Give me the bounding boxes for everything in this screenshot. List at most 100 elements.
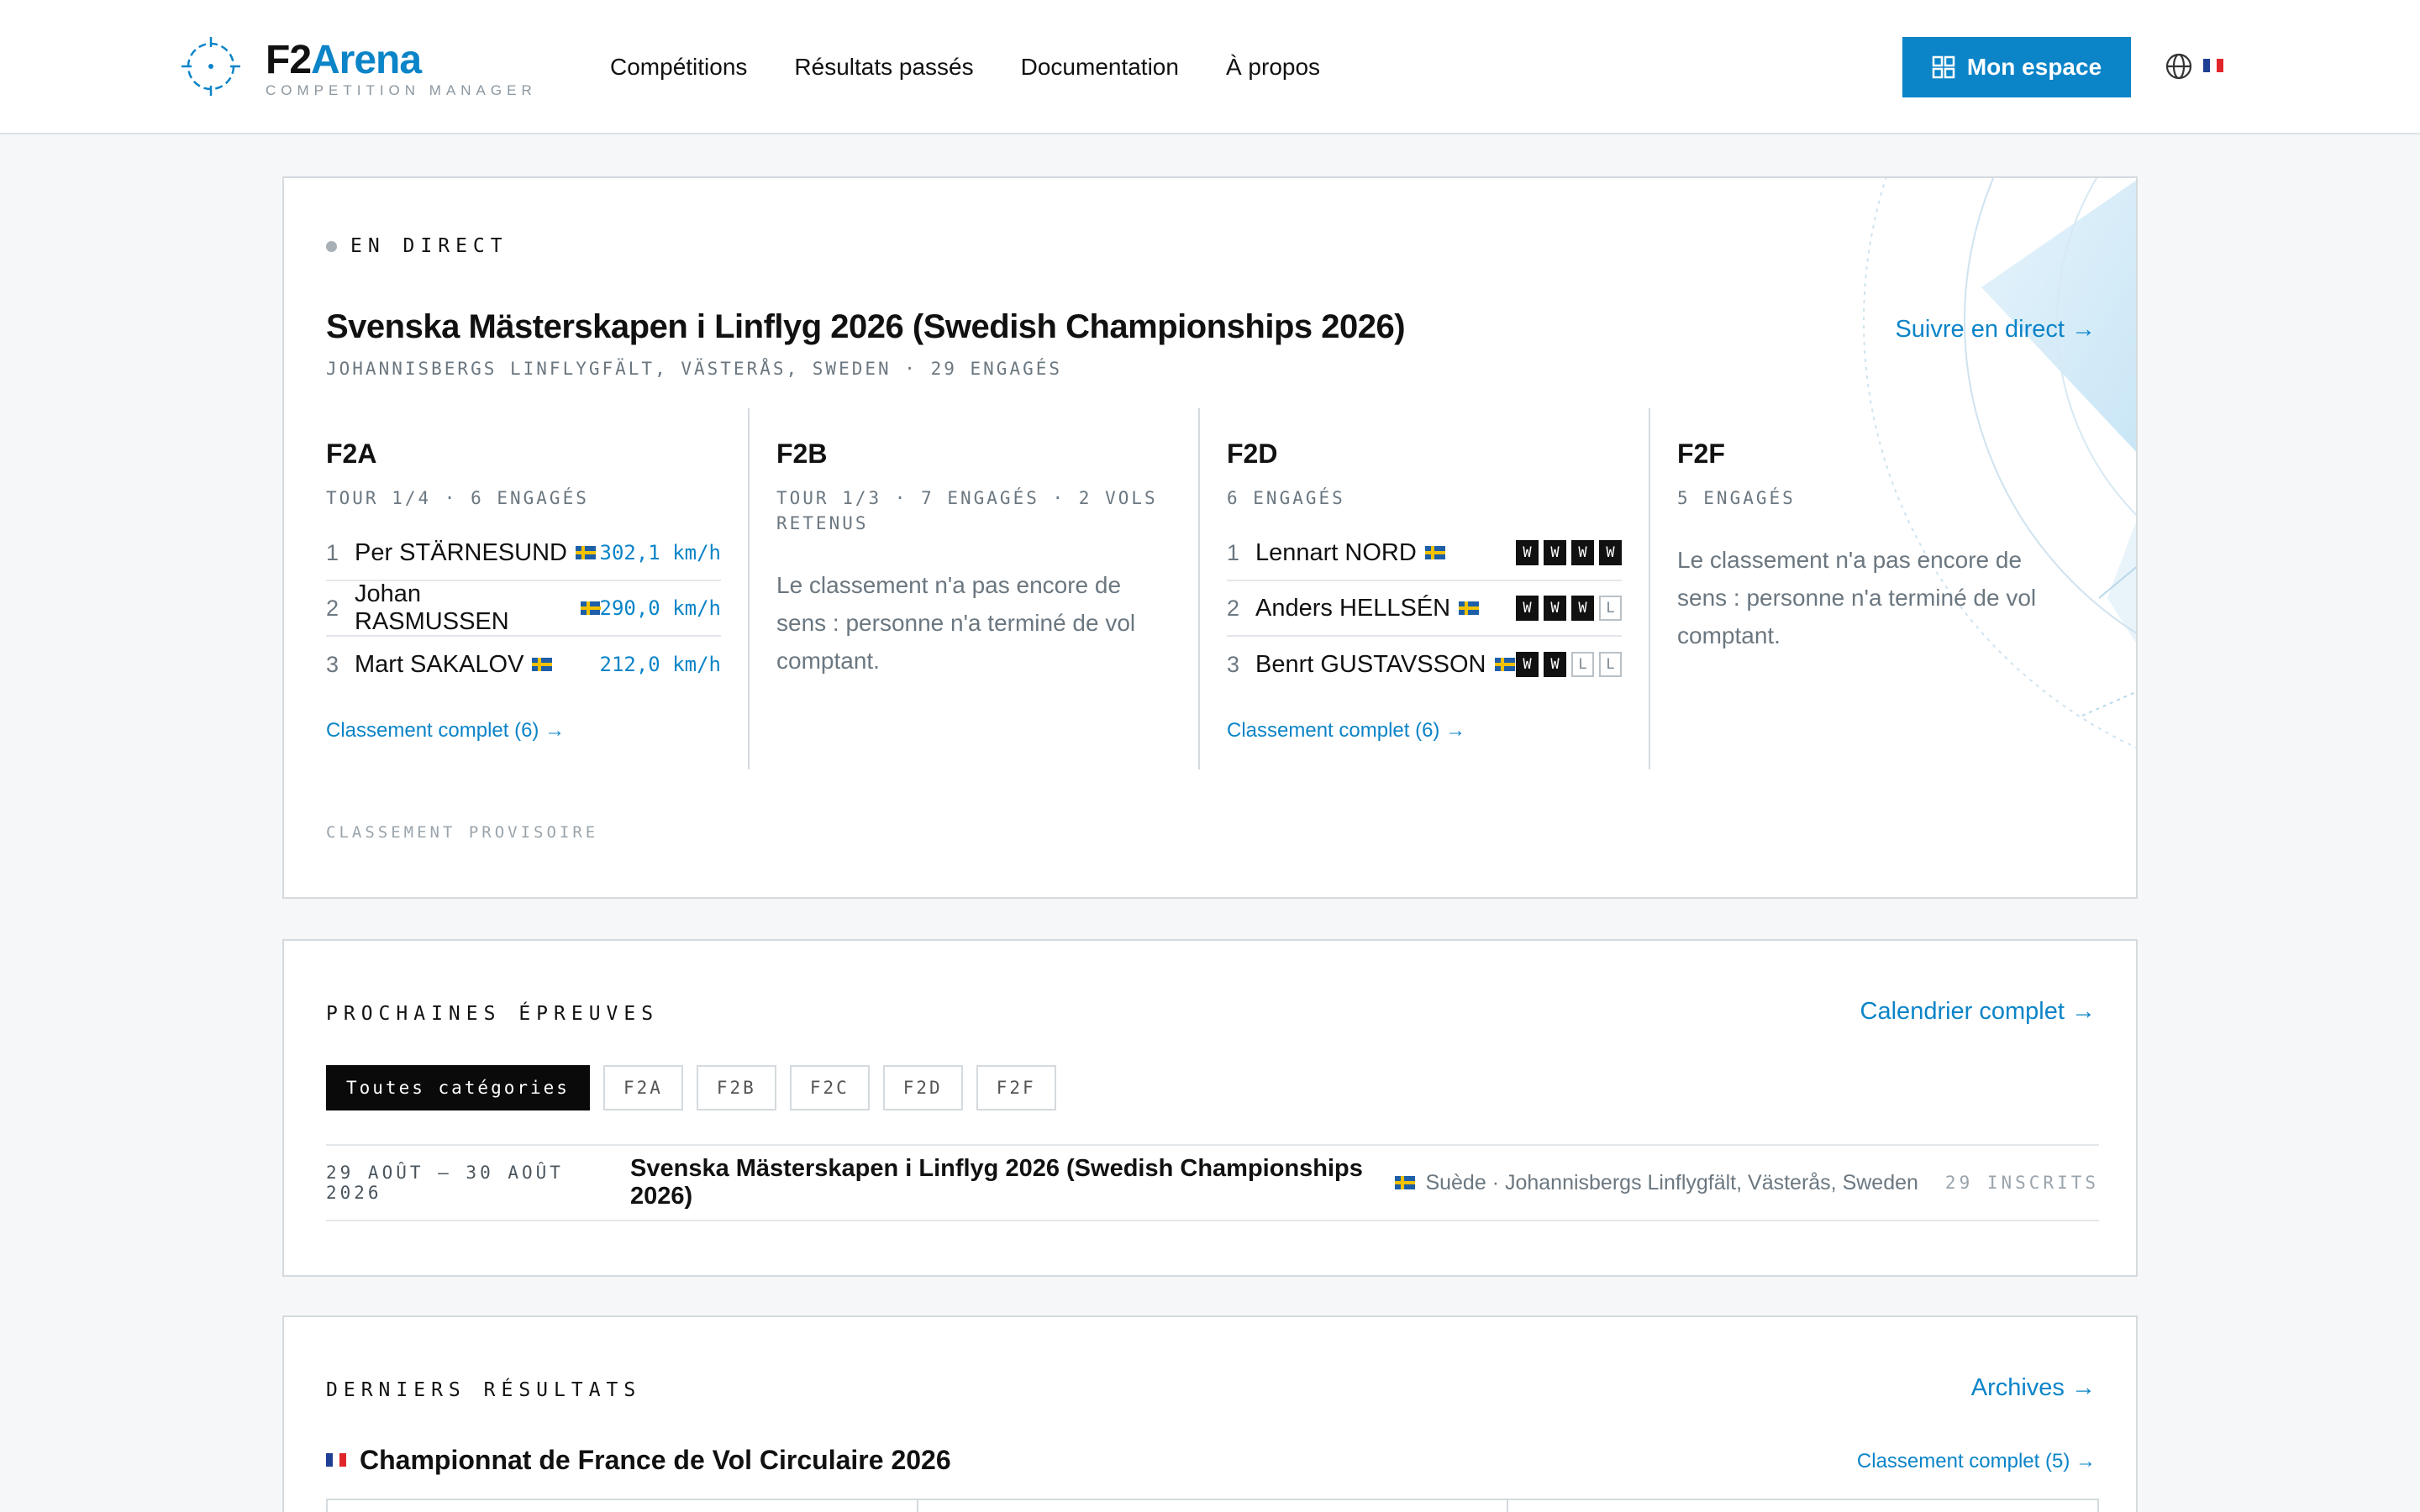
french-flag-icon[interactable] bbox=[2203, 59, 2223, 72]
event-row[interactable]: 29 AOÛT — 30 AOÛT 2026 Svenska Mästerska… bbox=[326, 1144, 2099, 1221]
archives-link[interactable]: Archives → bbox=[1971, 1373, 2096, 1403]
category-title: F2D bbox=[1227, 438, 1278, 469]
result-badge: L bbox=[1599, 596, 1622, 621]
speed-value: 290,0 km/h bbox=[599, 596, 722, 620]
pilot-name: Anders HELLSÉN bbox=[1255, 595, 1516, 622]
filter-chip-f2f[interactable]: F2F bbox=[976, 1065, 1056, 1110]
result-columns bbox=[326, 1499, 2099, 1512]
result-badge: W bbox=[1599, 540, 1622, 565]
nav-about[interactable]: À propos bbox=[1226, 52, 1320, 82]
live-event-subtitle: JOHANNISBERGS LINFLYGFÄLT, VÄSTERÅS, SWE… bbox=[326, 359, 1063, 379]
result-badge: W bbox=[1516, 652, 1539, 677]
result-badge: L bbox=[1571, 652, 1594, 677]
event-registrations: 29 INSCRITS bbox=[1944, 1173, 2099, 1193]
live-dot-icon bbox=[326, 240, 337, 252]
speed-value: 212,0 km/h bbox=[599, 653, 722, 676]
live-event-title: Svenska Mästerskapen i Linflyg 2026 (Swe… bbox=[326, 308, 1406, 345]
result-badge: W bbox=[1571, 540, 1594, 565]
main-nav: Compétitions Résultats passés Documentat… bbox=[610, 52, 1320, 82]
empty-ranking-message: Le classement n'a pas encore de sens : p… bbox=[1677, 547, 2037, 648]
result-event-title: Championnat de France de Vol Circulaire … bbox=[326, 1443, 951, 1477]
swedish-flag-icon bbox=[1424, 546, 1445, 559]
swedish-flag-icon bbox=[1494, 658, 1515, 671]
filter-chip-f2a[interactable]: F2A bbox=[602, 1065, 683, 1110]
provisional-note: CLASSEMENT PROVISOIRE bbox=[326, 823, 599, 842]
french-flag-icon bbox=[326, 1453, 346, 1467]
nav-past-results[interactable]: Résultats passés bbox=[794, 52, 973, 82]
category-f2b: F2B TOUR 1/3 · 7 ENGAGÉS · 2 VOLS RETENU… bbox=[748, 408, 1198, 769]
ranking-row[interactable]: 3 Mart SAKALOV 212,0 km/h bbox=[326, 637, 721, 692]
ranking-row[interactable]: 2 Johan RASMUSSEN 290,0 km/h bbox=[326, 580, 722, 637]
filter-chip-f2c[interactable]: F2C bbox=[789, 1065, 870, 1110]
logo-arena: Arena bbox=[311, 38, 422, 82]
ranking-row[interactable]: 3 Benrt GUSTAVSSON W W L L bbox=[1227, 637, 1622, 692]
category-meta: TOUR 1/4 · 6 ENGAGÉS bbox=[326, 488, 589, 508]
win-loss-badges: W W W L bbox=[1516, 596, 1622, 621]
pilot-name: Benrt GUSTAVSSON bbox=[1255, 651, 1516, 679]
filter-chip-f2b[interactable]: F2B bbox=[696, 1065, 776, 1110]
swedish-flag-icon bbox=[580, 601, 601, 615]
pilot-name: Mart SAKALOV bbox=[355, 651, 600, 679]
ranking-row[interactable]: 2 Anders HELLSÉN W W W L bbox=[1227, 581, 1622, 637]
swedish-flag-icon bbox=[532, 658, 553, 671]
event-name: Svenska Mästerskapen i Linflyg 2026 (Swe… bbox=[630, 1155, 1363, 1210]
target-logo-icon[interactable] bbox=[182, 37, 240, 96]
swedish-flag-icon bbox=[576, 546, 596, 559]
category-f2d: F2D 6 ENGAGÉS 1 Lennart NORD W W W W 2 A… bbox=[1198, 408, 1649, 769]
pilot-name: Per STÄRNESUND bbox=[355, 539, 600, 567]
pilot-name: Johan RASMUSSEN bbox=[355, 580, 601, 636]
my-space-label: Mon espace bbox=[1966, 54, 2102, 80]
nav-competitions[interactable]: Compétitions bbox=[610, 52, 747, 82]
full-ranking-link-f2a[interactable]: Classement complet (6) → bbox=[326, 719, 721, 743]
win-loss-badges: W W W W bbox=[1516, 540, 1622, 565]
category-f2f: F2F 5 ENGAGÉS Le classement n'a pas enco… bbox=[1649, 408, 2099, 769]
category-filter: Toutes catégories F2A F2B F2C F2D F2F bbox=[326, 1065, 1056, 1110]
result-badge: W bbox=[1516, 596, 1539, 621]
ranking-list: 1 Per STÄRNESUND 302,1 km/h 2 Johan RASM… bbox=[326, 526, 721, 692]
result-badge: W bbox=[1516, 540, 1539, 565]
category-title: F2F bbox=[1677, 438, 1725, 469]
logo-wordmark[interactable]: F2Arena bbox=[266, 37, 422, 84]
win-loss-badges: W W L L bbox=[1516, 652, 1622, 677]
ranking-row[interactable]: 1 Per STÄRNESUND 302,1 km/h bbox=[326, 526, 721, 581]
ranking-list: 1 Lennart NORD W W W W 2 Anders HELLSÉN … bbox=[1227, 526, 1622, 692]
swedish-flag-icon bbox=[1459, 601, 1480, 615]
result-full-ranking-link[interactable]: Classement complet (5) → bbox=[1857, 1450, 2096, 1473]
follow-live-link[interactable]: Suivre en direct → bbox=[1895, 314, 2096, 344]
latest-results-card: DERNIERS RÉSULTATS Archives → Championna… bbox=[282, 1315, 2138, 1512]
category-meta: 5 ENGAGÉS bbox=[1677, 488, 1796, 508]
event-location: Suède · Johannisbergs Linflygfält, Väste… bbox=[1395, 1171, 1918, 1195]
live-badge: EN DIRECT bbox=[326, 235, 508, 257]
dashboard-icon bbox=[1932, 55, 1955, 79]
filter-chip-f2d[interactable]: F2D bbox=[882, 1065, 963, 1110]
rank-position: 3 bbox=[326, 651, 339, 677]
result-badge: W bbox=[1544, 540, 1566, 565]
logo-f2: F2 bbox=[266, 38, 312, 82]
ranking-row[interactable]: 1 Lennart NORD W W W W bbox=[1227, 526, 1622, 581]
live-badge-label: EN DIRECT bbox=[350, 235, 508, 257]
top-header: F2Arena COMPETITION MANAGER Compétitions… bbox=[0, 0, 2420, 134]
full-calendar-link[interactable]: Calendrier complet → bbox=[1860, 996, 2096, 1026]
globe-icon[interactable] bbox=[2165, 52, 2193, 81]
category-meta: 6 ENGAGÉS bbox=[1227, 488, 1345, 508]
filter-chip-all[interactable]: Toutes catégories bbox=[326, 1065, 590, 1110]
result-badge: W bbox=[1544, 596, 1566, 621]
rank-position: 1 bbox=[326, 539, 339, 565]
rank-position: 3 bbox=[1227, 651, 1240, 677]
speed-value: 302,1 km/h bbox=[599, 541, 722, 564]
upcoming-events-card: PROCHAINES ÉPREUVES Calendrier complet →… bbox=[282, 939, 2138, 1277]
live-competition-card: EN DIRECT Svenska Mästerskapen i Linflyg… bbox=[282, 176, 2138, 899]
nav-documentation[interactable]: Documentation bbox=[1021, 52, 1179, 82]
category-columns: F2A TOUR 1/4 · 6 ENGAGÉS 1 Per STÄRNESUN… bbox=[326, 408, 2099, 769]
rank-position: 2 bbox=[326, 595, 339, 621]
swedish-flag-icon bbox=[1395, 1176, 1416, 1189]
pilot-name: Lennart NORD bbox=[1255, 539, 1516, 567]
full-ranking-link-f2d[interactable]: Classement complet (6) → bbox=[1227, 719, 1622, 743]
event-date: 29 AOÛT — 30 AOÛT 2026 bbox=[326, 1163, 564, 1203]
category-f2a: F2A TOUR 1/4 · 6 ENGAGÉS 1 Per STÄRNESUN… bbox=[326, 408, 748, 769]
my-space-button[interactable]: Mon espace bbox=[1902, 37, 2131, 97]
category-title: F2A bbox=[326, 438, 377, 469]
category-meta: TOUR 1/3 · 7 ENGAGÉS · 2 VOLS RETENUS bbox=[776, 488, 1158, 533]
result-badge: W bbox=[1544, 652, 1566, 677]
result-badge: L bbox=[1599, 652, 1622, 677]
